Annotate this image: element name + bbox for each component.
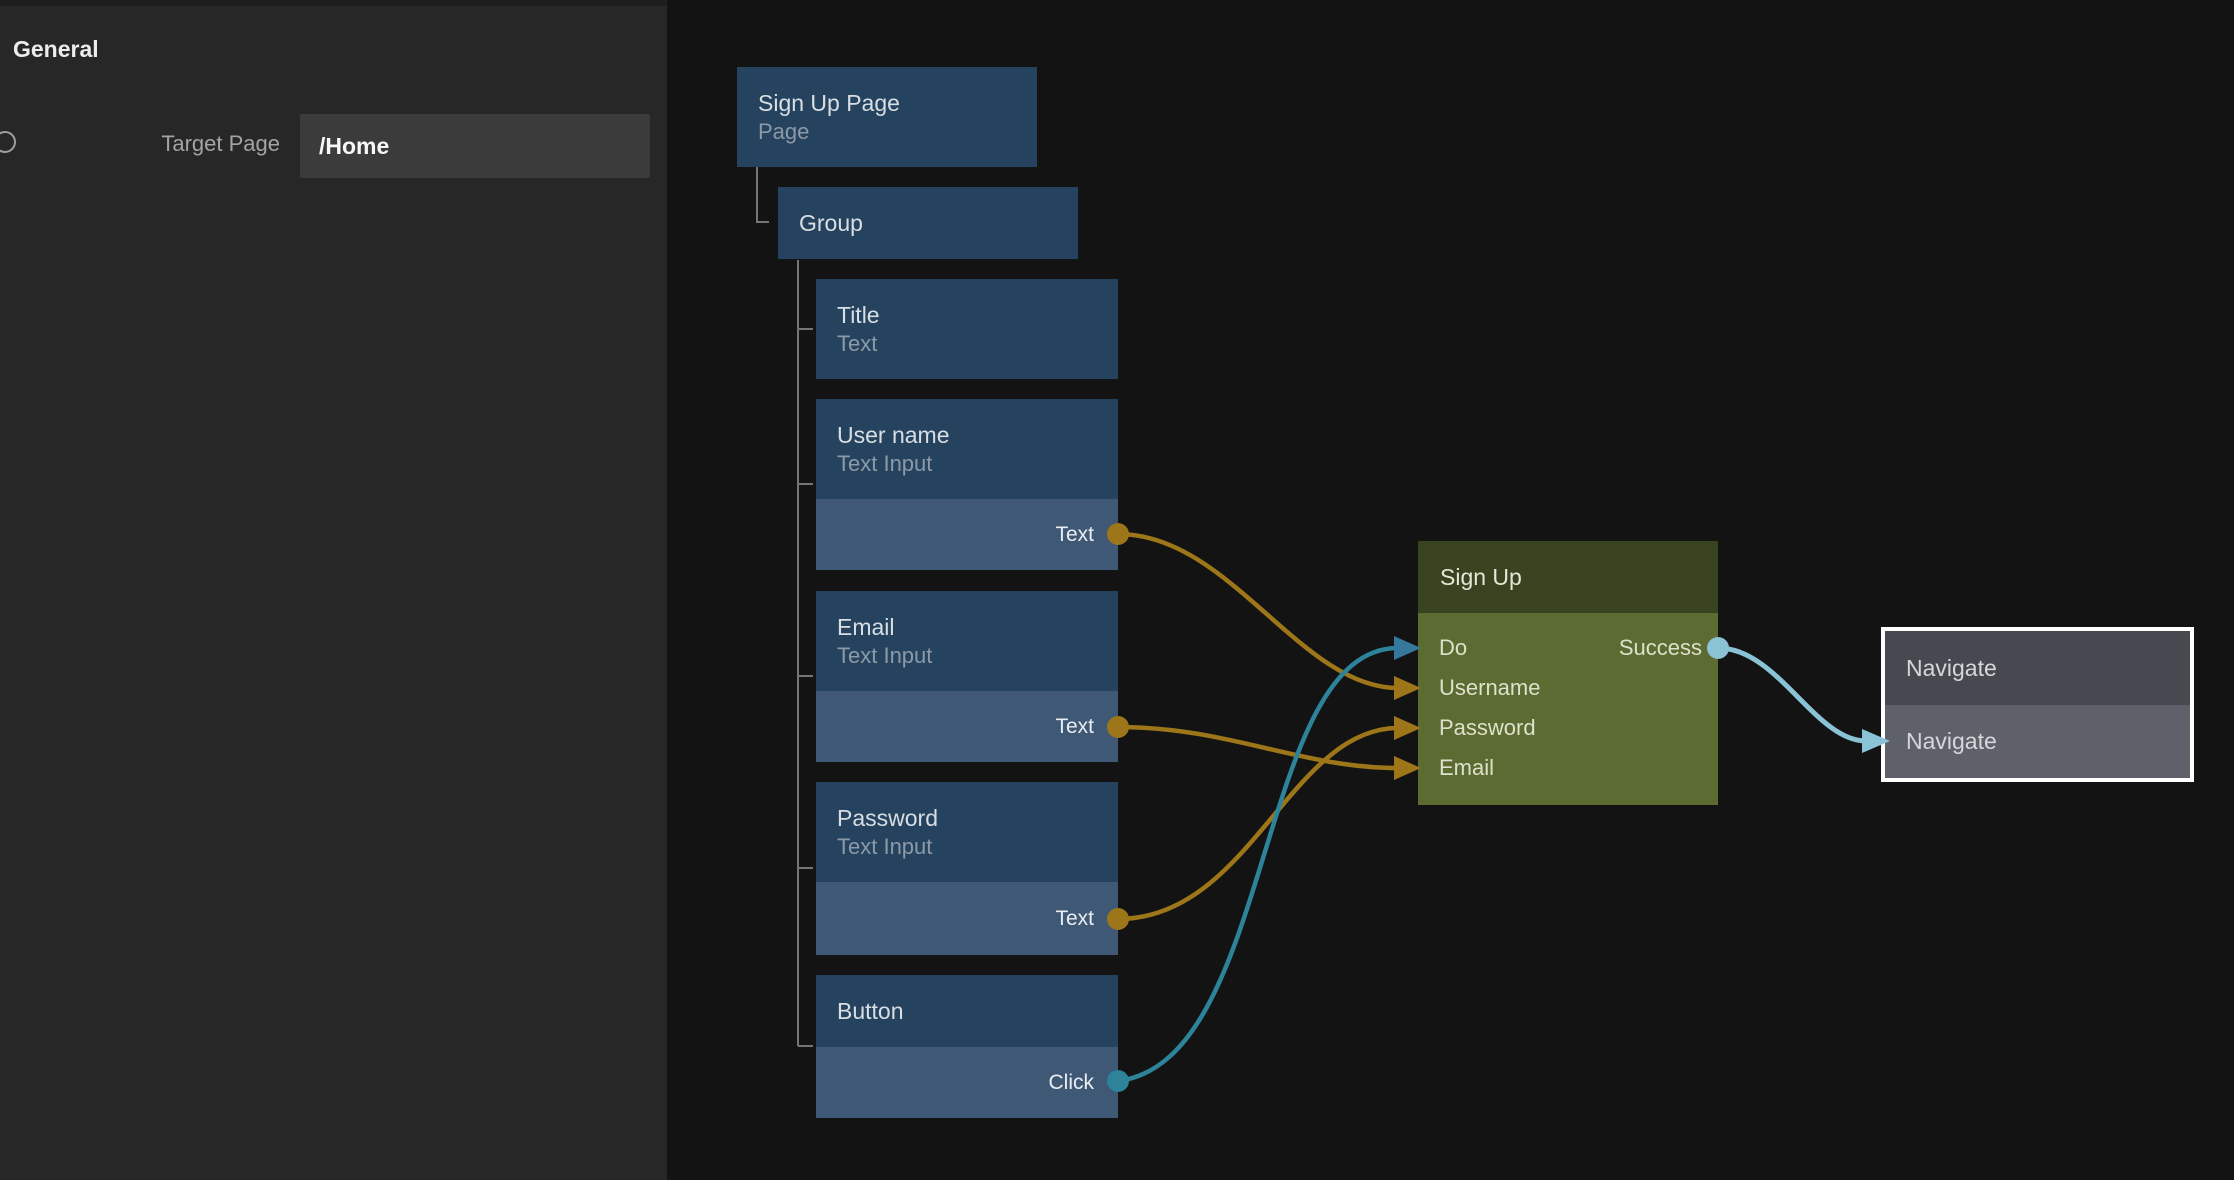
node-title: Password bbox=[837, 803, 1118, 833]
node-sign-up-page[interactable]: Sign Up Page Page bbox=[737, 67, 1037, 167]
properties-panel: General Target Page /Home bbox=[0, 0, 667, 1180]
node-title: Sign Up bbox=[1440, 564, 1522, 591]
node-title: Title bbox=[837, 300, 1118, 330]
target-page-label: Target Page bbox=[90, 131, 280, 157]
wire-signup-success-to-navigate[interactable] bbox=[1718, 648, 1866, 741]
input-port-do[interactable]: Do bbox=[1439, 635, 1467, 661]
arrowhead-email bbox=[1394, 756, 1421, 780]
wire-button-click-to-signup-do[interactable] bbox=[1118, 648, 1398, 1081]
node-navigate[interactable]: Navigate Navigate bbox=[1881, 627, 2194, 782]
node-sign-up-action[interactable]: Sign Up Do Success Username Password Ema… bbox=[1418, 541, 1718, 805]
input-port-username[interactable]: Username bbox=[1439, 675, 1540, 701]
wire-password-text-to-signup-password[interactable] bbox=[1118, 728, 1398, 919]
output-port-success[interactable]: Success bbox=[1619, 635, 1702, 661]
output-port-text[interactable]: Text bbox=[816, 691, 1118, 762]
output-port-click[interactable]: Click bbox=[816, 1047, 1118, 1118]
target-page-value: /Home bbox=[319, 133, 389, 160]
node-subtitle: Text Input bbox=[837, 642, 1118, 670]
node-title: Sign Up Page bbox=[758, 88, 1037, 118]
node-title: Button bbox=[837, 996, 1118, 1026]
node-title: User name bbox=[837, 420, 1118, 450]
node-title-text[interactable]: Title Text bbox=[816, 279, 1118, 379]
node-title: Group bbox=[799, 208, 1078, 238]
circle-icon[interactable] bbox=[0, 131, 16, 153]
node-button[interactable]: Button Click bbox=[816, 975, 1118, 1118]
node-user-name[interactable]: User name Text Input Text bbox=[816, 399, 1118, 570]
arrowhead-do bbox=[1394, 636, 1421, 660]
node-subtitle: Text Input bbox=[837, 833, 1118, 861]
output-port-text[interactable]: Text bbox=[816, 499, 1118, 570]
node-password[interactable]: Password Text Input Text bbox=[816, 782, 1118, 955]
node-title: Email bbox=[837, 612, 1118, 642]
node-subtitle: Page bbox=[758, 118, 1037, 146]
node-subtitle: Text bbox=[837, 330, 1118, 358]
node-title: Navigate bbox=[1906, 655, 1997, 682]
arrowhead-username bbox=[1394, 676, 1421, 700]
node-subtitle: Text Input bbox=[837, 450, 1118, 478]
input-port-navigate[interactable]: Navigate bbox=[1906, 728, 1997, 755]
tree-connector-lines bbox=[757, 167, 813, 1046]
node-group[interactable]: Group bbox=[778, 187, 1078, 259]
input-port-password[interactable]: Password bbox=[1439, 715, 1536, 741]
panel-title: General bbox=[13, 36, 99, 63]
wire-email-text-to-signup-email[interactable] bbox=[1118, 727, 1398, 768]
target-page-input[interactable]: /Home bbox=[300, 114, 650, 178]
arrowhead-password bbox=[1394, 716, 1421, 740]
app-window: General Target Page /Home Sign Up Page P… bbox=[0, 0, 2234, 1180]
wire-username-text-to-signup-username[interactable] bbox=[1118, 534, 1398, 688]
node-email[interactable]: Email Text Input Text bbox=[816, 591, 1118, 762]
input-port-email[interactable]: Email bbox=[1439, 755, 1494, 781]
output-port-text[interactable]: Text bbox=[816, 882, 1118, 955]
